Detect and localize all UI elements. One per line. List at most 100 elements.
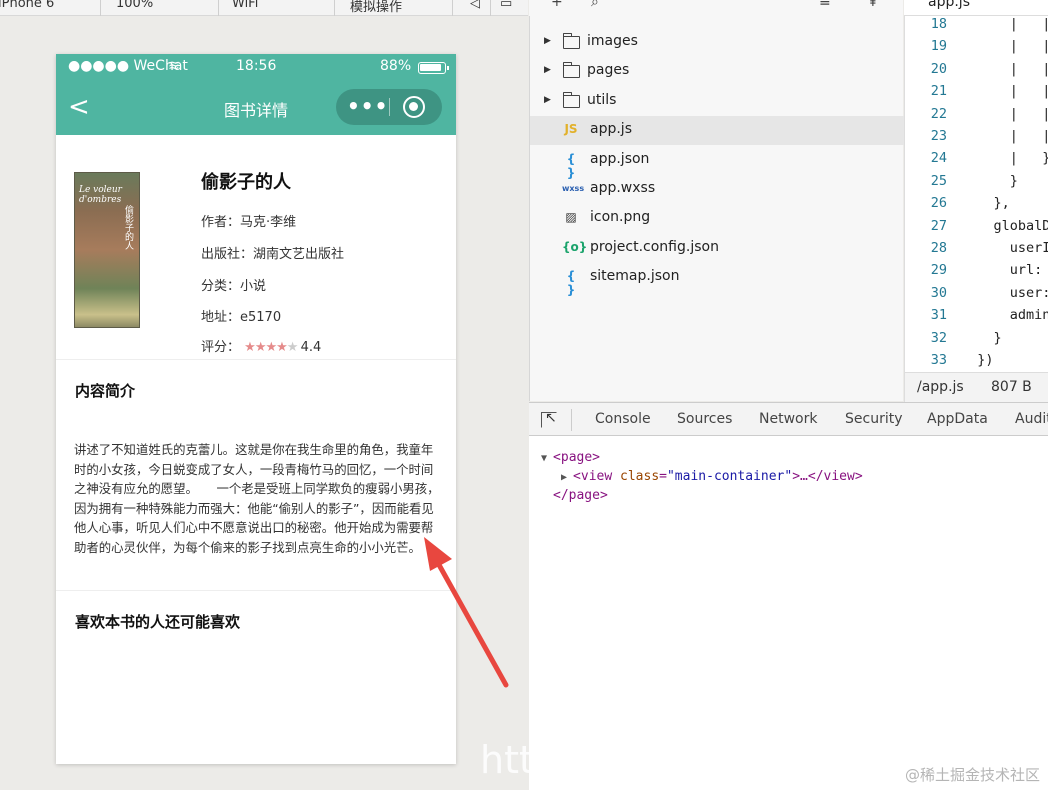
intro-heading: 内容简介 (75, 382, 136, 400)
file-tree-item[interactable]: ▨ icon.png (530, 204, 904, 233)
capsule-divider (389, 98, 390, 116)
network-select[interactable]: WiFi (232, 0, 258, 11)
rating-stars: ★★★★★ (244, 340, 300, 355)
zoom-select[interactable]: 100% (116, 0, 153, 11)
dom-view-node[interactable]: ▶ <view class="main-container">…</view> (561, 469, 863, 484)
file-size: 807 B (991, 379, 1032, 395)
tab-security[interactable]: Security (845, 411, 903, 427)
nav-bar: < 图书详情 ••• (56, 81, 456, 135)
more-icon[interactable]: ••• (347, 96, 388, 116)
expand-arrow-icon[interactable]: ▶ (544, 95, 551, 105)
json-file-icon: { } (566, 269, 576, 298)
line-number: 21 (930, 83, 947, 100)
publisher-label: 出版社： (201, 247, 254, 262)
file-tree-item[interactable]: wxss app.wxss (530, 175, 904, 204)
dom-tag: </page> (553, 488, 608, 503)
dom-tag: <page> (553, 450, 601, 465)
divider (452, 0, 453, 16)
inspect-icon[interactable] (541, 410, 557, 428)
folder-icon (562, 62, 580, 79)
line-number: 19 (930, 38, 947, 55)
mute-icon[interactable]: ◁ (470, 0, 480, 11)
battery-icon (418, 62, 449, 74)
code-text: } (961, 172, 1018, 189)
file-tree-item[interactable]: ▶ images (530, 28, 904, 57)
code-text: globalD (961, 217, 1048, 234)
line-number: 23 (930, 128, 947, 144)
expand-arrow-icon[interactable]: ▶ (544, 65, 551, 75)
line-number: 30 (930, 284, 947, 301)
devtools-tabbar: Console Sources Network Security AppData… (529, 402, 1048, 436)
mini-program-capsule: ••• (336, 89, 442, 125)
category-row: 分类：小说 (201, 275, 266, 294)
line-number: 28 (930, 240, 947, 256)
dom-page-close[interactable]: </page> (553, 488, 608, 503)
file-tree-item[interactable]: { } app.json (530, 146, 904, 180)
add-icon[interactable]: + (551, 0, 563, 10)
dom-attr-value: "main-container" (666, 469, 793, 484)
watermark-right: @稀土掘金技术社区 (904, 766, 1040, 784)
simulator-toolbar: iPhone 6 100% WiFi 模拟操作 ◁ ▭ (0, 0, 528, 16)
dom-page-open[interactable]: ▼ <page> (541, 450, 600, 465)
intro-text: 讲述了不知道姓氏的克蕾儿。这就是你在我生命里的角色，我童年时的小女孩，今日蜕变成… (74, 442, 440, 555)
code-text: userI (961, 240, 1048, 256)
device-select[interactable]: iPhone 6 (0, 0, 54, 11)
recommend-heading: 喜欢本书的人还可能喜欢 (75, 613, 241, 631)
publisher-row: 出版社：湖南文艺出版社 (201, 243, 344, 262)
tab-audits[interactable]: Audit (1015, 411, 1048, 427)
file-tree-item[interactable]: ▶ pages (530, 57, 904, 86)
code-text: admin (961, 307, 1048, 324)
line-number: 18 (930, 16, 947, 32)
book-title: 偷影子的人 (201, 172, 291, 193)
code-text: | | | (1009, 83, 1048, 100)
file-tree-item[interactable]: {o} project.config.json (530, 234, 904, 263)
code-text: }, (961, 195, 1010, 212)
cover-title: Le voleur d'ombres (79, 185, 122, 205)
close-target-icon[interactable] (403, 96, 425, 118)
tab-network[interactable]: Network (759, 411, 817, 427)
tab-console[interactable]: Console (595, 411, 651, 427)
collapse-icon[interactable]: ⇞ (867, 0, 879, 10)
expand-triangle-icon[interactable]: ▼ (541, 453, 553, 464)
file-tree: ▶ images ▶ pages ▶ utils JS app.js{ } app.json wx… (529, 16, 904, 401)
window-icon[interactable]: ▭ (500, 0, 512, 11)
code-text: user: (961, 284, 1048, 301)
file-tree-item[interactable]: ▶ utils (530, 87, 904, 116)
rating-label: 评分： (201, 340, 241, 355)
file-name: pages (587, 62, 630, 79)
battery-percent: 88% (380, 58, 412, 74)
file-tree-item[interactable]: JS app.js (530, 116, 904, 146)
wifi-icon: ≋ (168, 58, 180, 74)
code-text: | | | (1009, 38, 1048, 55)
dom-attr-name: class (620, 469, 660, 484)
expand-arrow-icon[interactable]: ▶ (544, 36, 551, 46)
code-text: url: (961, 262, 1048, 279)
mode-select[interactable]: 模拟操作 (350, 0, 402, 15)
line-number: 29 (930, 262, 947, 279)
file-path: /app.js (917, 379, 964, 395)
file-name: sitemap.json (590, 268, 680, 285)
search-icon[interactable]: ⌕ (591, 0, 599, 10)
collapse-triangle-icon[interactable]: ▶ (561, 472, 573, 483)
folder-icon (562, 91, 580, 108)
book-cover: Le voleur d'ombres 偷影子的人 (74, 172, 140, 328)
annotation-arrow (424, 537, 509, 688)
line-number: 27 (930, 217, 947, 234)
file-tree-item[interactable]: { } sitemap.json (530, 263, 904, 297)
file-name: app.json (590, 150, 650, 167)
address-value: e5170 (240, 310, 282, 325)
editor-tab-label: app.js (928, 0, 970, 10)
file-name: app.js (590, 121, 632, 138)
code-editor[interactable]: 18 | | | 19 | | | 20 | | | 21 | | | 22 | | |… (904, 16, 1048, 372)
line-number: 32 (930, 329, 947, 346)
tab-appdata[interactable]: AppData (927, 411, 988, 427)
json-file-icon: {o} (562, 239, 588, 254)
wxss-file-icon: wxss (562, 184, 585, 193)
tab-sources[interactable]: Sources (677, 411, 732, 427)
star-icon: ★ (254, 340, 267, 355)
menu-icon[interactable]: ≡ (819, 0, 831, 10)
editor-tab[interactable]: app.js (904, 0, 1048, 16)
code-text: } (961, 329, 1002, 346)
dom-panel: ▼ <page> ▶ <view class="main-container">… (529, 436, 1048, 790)
file-name: utils (587, 91, 617, 108)
